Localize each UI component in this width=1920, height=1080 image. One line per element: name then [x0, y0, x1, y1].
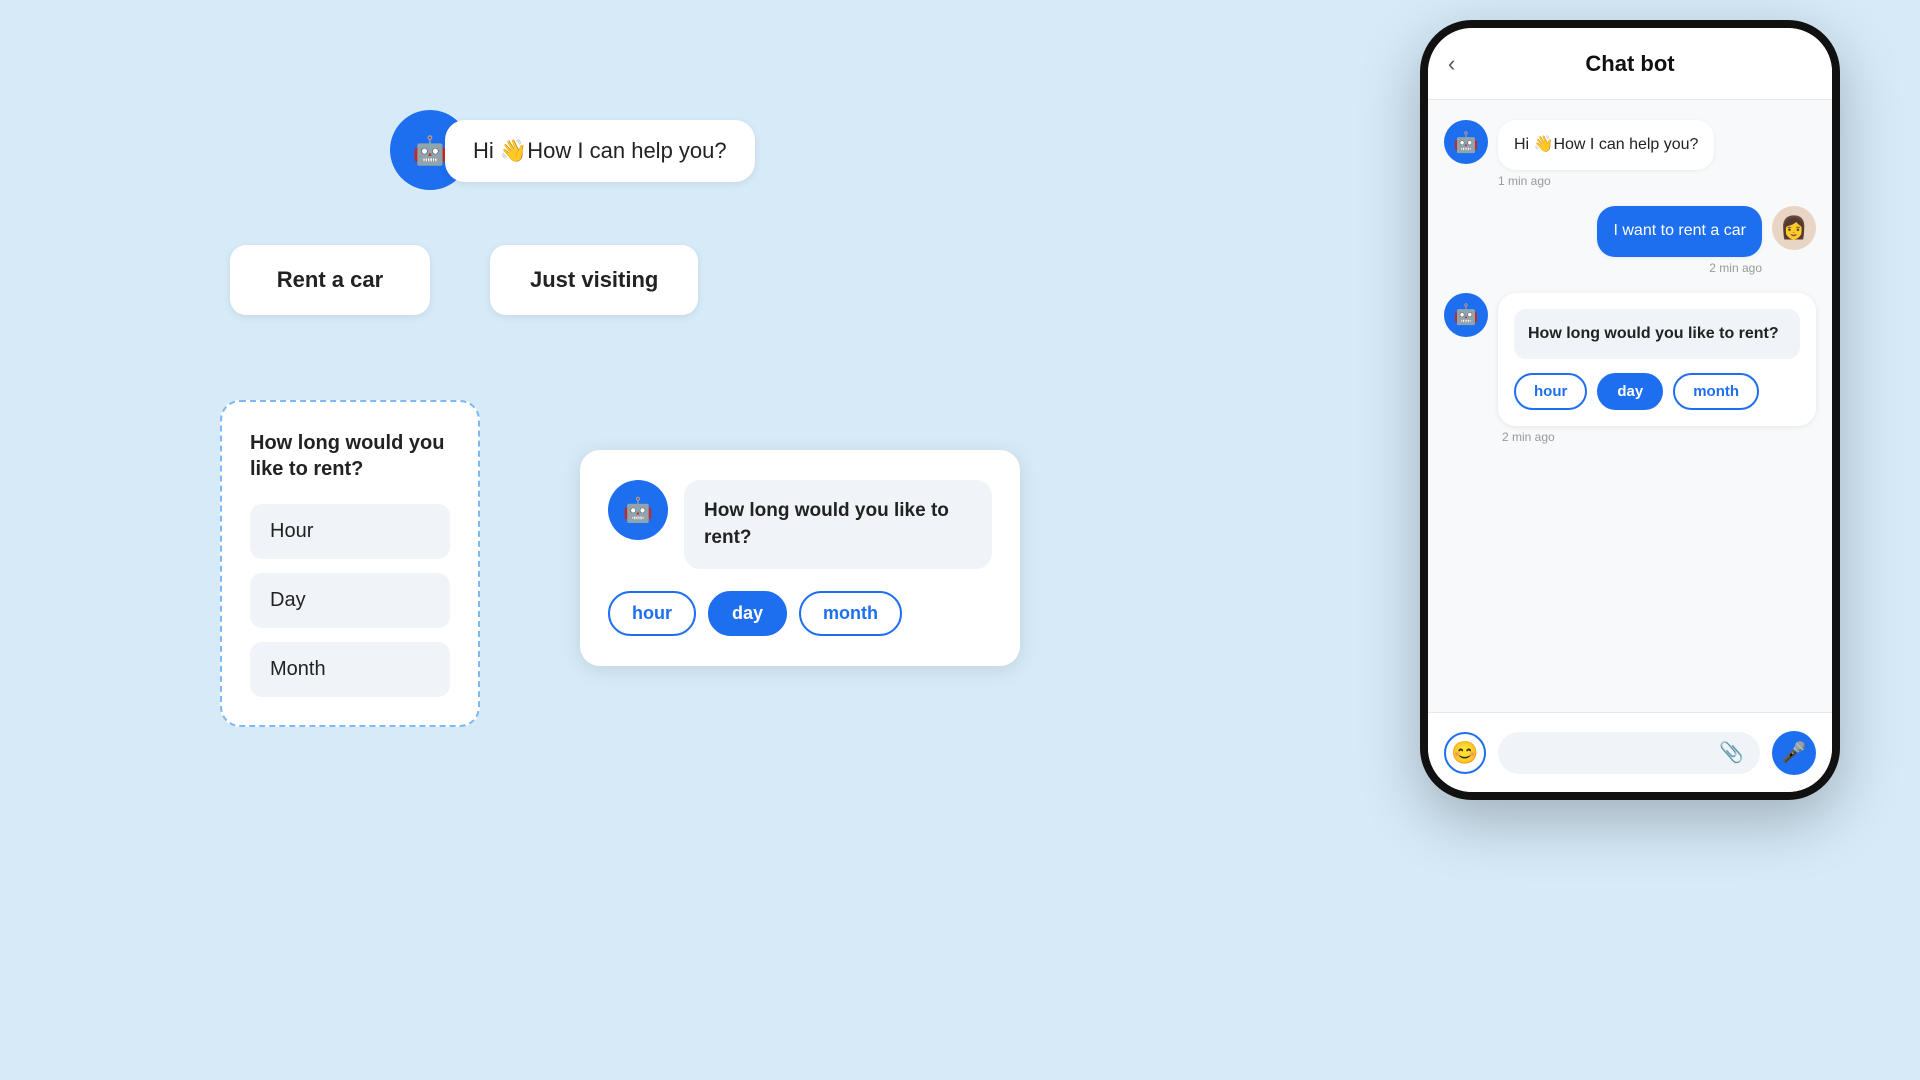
phone-messages-area: 🤖 Hi 👋How I can help you? 1 min ago 👩 I …: [1428, 100, 1832, 712]
phone-header: ‹ Chat bot: [1428, 28, 1832, 100]
user-msg-bubble: I want to rent a car: [1597, 206, 1762, 256]
phone-mockup: ‹ Chat bot 🤖 Hi 👋How I can help you? 1 m…: [1420, 20, 1840, 800]
attach-icon[interactable]: 📎: [1719, 740, 1744, 765]
bot-avatar-icon-2: 🤖: [1454, 302, 1479, 327]
emoji-icon: 😊: [1451, 740, 1478, 766]
greeting-bubble: Hi 👋How I can help you?: [445, 120, 755, 182]
rent-question-card-wrapper: How long would you like to rent? hour da…: [1498, 293, 1816, 444]
bot-greeting-bubble: Hi 👋How I can help you?: [1498, 120, 1714, 170]
rent-question-text: How long would you like to rent?: [1514, 309, 1800, 359]
chat-preview-box: 🤖 How long would you like to rent? hour …: [580, 450, 1020, 666]
phone-frame: ‹ Chat bot 🤖 Hi 👋How I can help you? 1 m…: [1420, 20, 1840, 800]
bot-greeting-row: 🤖 Hi 👋How I can help you? 1 min ago: [1444, 120, 1816, 188]
chat-preview-question: How long would you like to rent?: [684, 480, 992, 569]
pill-month[interactable]: month: [1673, 373, 1759, 410]
message-input-area[interactable]: 📎: [1498, 732, 1760, 774]
bot-avatar: 🤖: [1444, 120, 1488, 164]
user-msg-content: I want to rent a car 2 min ago: [1597, 206, 1762, 274]
phone-title: Chat bot: [1585, 51, 1674, 77]
rent-card-time: 2 min ago: [1498, 430, 1816, 444]
greeting-text: Hi 👋How I can help you?: [473, 138, 727, 163]
choice-row: Rent a car Just visiting: [230, 245, 698, 315]
choice-just-visiting[interactable]: Just visiting: [490, 245, 698, 315]
rent-options-title: How long would you like to rent?: [250, 430, 450, 482]
rent-question-row: 🤖 How long would you like to rent? hour …: [1444, 293, 1816, 444]
bot-greeting-time: 1 min ago: [1498, 174, 1714, 188]
rent-option-day[interactable]: Day: [250, 573, 450, 628]
preview-pill-month[interactable]: month: [799, 591, 902, 636]
rent-option-hour[interactable]: Hour: [250, 504, 450, 559]
chat-preview-header: 🤖 How long would you like to rent?: [608, 480, 992, 569]
user-avatar: 👩: [1772, 206, 1816, 250]
rent-options-box: How long would you like to rent? Hour Da…: [220, 400, 480, 727]
bot-robot-face-med: 🤖: [623, 496, 653, 525]
user-msg-row: 👩 I want to rent a car 2 min ago: [1444, 206, 1816, 274]
user-msg-time: 2 min ago: [1597, 261, 1762, 275]
pill-day[interactable]: day: [1597, 373, 1663, 410]
rent-option-month[interactable]: Month: [250, 642, 450, 697]
bot-icon-medium: 🤖: [608, 480, 668, 540]
mic-button[interactable]: 🎤: [1772, 731, 1816, 775]
bot-greeting-content: Hi 👋How I can help you? 1 min ago: [1498, 120, 1714, 188]
choice-rent-car[interactable]: Rent a car: [230, 245, 430, 315]
back-button[interactable]: ‹: [1448, 51, 1455, 77]
preview-pill-day[interactable]: day: [708, 591, 787, 636]
phone-input-bar: 😊 📎 🎤: [1428, 712, 1832, 792]
preview-pill-hour[interactable]: hour: [608, 591, 696, 636]
emoji-button[interactable]: 😊: [1444, 732, 1486, 774]
rent-question-card: How long would you like to rent? hour da…: [1498, 293, 1816, 426]
bot-robot-face: 🤖: [413, 134, 448, 167]
chat-preview-options: hour day month: [608, 591, 992, 636]
bot-avatar-2: 🤖: [1444, 293, 1488, 337]
rent-pills-row: hour day month: [1514, 373, 1800, 410]
mic-icon: 🎤: [1782, 740, 1807, 765]
bot-avatar-icon: 🤖: [1454, 130, 1479, 155]
pill-hour[interactable]: hour: [1514, 373, 1587, 410]
